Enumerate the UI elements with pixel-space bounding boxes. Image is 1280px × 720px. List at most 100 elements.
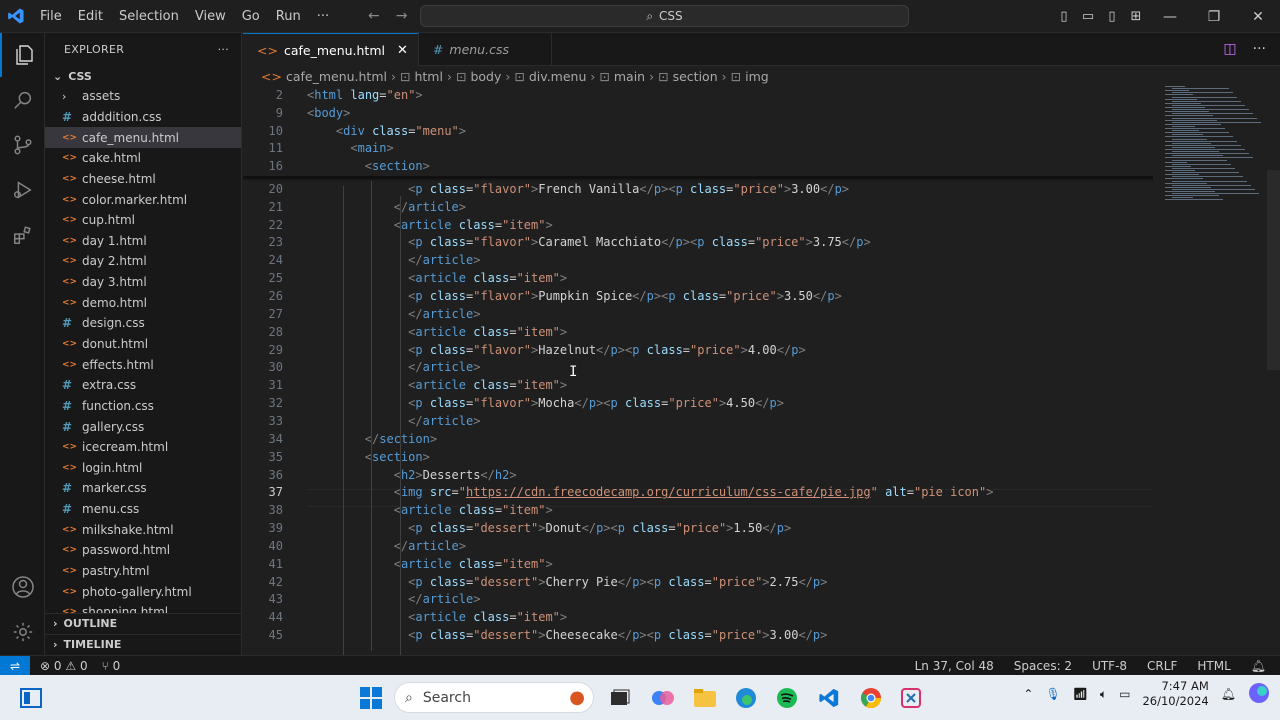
file-tree-item[interactable]: <> cafe_menu.html [45, 127, 241, 148]
code-line[interactable]: 36 <h2>Desserts</h2> [243, 466, 1163, 484]
file-tree-item[interactable]: <> day 2.html [45, 251, 241, 272]
file-tree-item[interactable]: <> donut.html [45, 334, 241, 355]
close-window-button[interactable]: ✕ [1236, 9, 1280, 25]
clock[interactable]: 7:47 AM 26/10/2024 [1142, 679, 1208, 709]
extensions-icon[interactable] [0, 213, 45, 257]
copilot-icon[interactable] [648, 683, 678, 713]
menu-file[interactable]: File [32, 0, 70, 33]
file-tree-item[interactable]: # gallery.css [45, 416, 241, 437]
outline-section[interactable]: › OUTLINE [45, 613, 241, 633]
file-tree-item[interactable]: › assets [45, 86, 241, 107]
taskbar-search[interactable]: ⌕ Search ● [394, 682, 594, 713]
breadcrumb-item[interactable]: section [673, 69, 718, 84]
volume-icon[interactable]: 🔈︎ [1100, 687, 1107, 702]
file-tree-item[interactable]: <> cheese.html [45, 169, 241, 190]
file-tree-item[interactable]: <> login.html [45, 458, 241, 479]
explorer-icon[interactable] [0, 33, 45, 77]
code-line[interactable]: 44 <article class="item"> [243, 608, 1163, 626]
file-tree-item[interactable]: <> icecream.html [45, 437, 241, 458]
forward-arrow-icon[interactable]: → [396, 8, 408, 24]
menu-view[interactable]: View [187, 0, 234, 33]
vertical-scrollbar[interactable] [1267, 170, 1280, 370]
file-tree-item[interactable]: <> demo.html [45, 292, 241, 313]
code-line[interactable]: 40 </article> [243, 537, 1163, 555]
code-line[interactable]: 26 <p class="flavor">Pumpkin Spice</p><p… [243, 287, 1163, 305]
code-line[interactable]: 34 </section> [243, 430, 1163, 448]
file-tree-item[interactable]: <> day 1.html [45, 230, 241, 251]
minimize-button[interactable]: — [1148, 9, 1192, 25]
file-tree-item[interactable]: # marker.css [45, 478, 241, 499]
code-line[interactable]: 22 <article class="item"> [243, 216, 1163, 234]
code-line[interactable]: 20 <p class="flavor">French Vanilla</p><… [243, 180, 1163, 198]
menu-more[interactable]: ··· [309, 0, 337, 33]
microphone-icon[interactable]: 🎙︎ [1045, 687, 1060, 701]
code-line[interactable]: 45 <p class="dessert">Cheesecake</p><p c… [243, 626, 1163, 644]
menu-go[interactable]: Go [234, 0, 268, 33]
widgets-icon[interactable] [16, 683, 46, 713]
file-tree-item[interactable]: # menu.css [45, 499, 241, 520]
file-tree-item[interactable]: <> color.marker.html [45, 189, 241, 210]
code-line[interactable]: 39 <p class="dessert">Donut</p><p class=… [243, 519, 1163, 537]
cursor-position[interactable]: Ln 37, Col 48 [915, 659, 994, 673]
breadcrumb-item[interactable]: body [470, 69, 501, 84]
code-line[interactable]: 41 <article class="item"> [243, 555, 1163, 573]
code-line[interactable]: 10 <div class="menu"> [243, 122, 1163, 140]
close-tab-icon[interactable]: ✕ [397, 43, 408, 58]
chrome-icon[interactable] [856, 683, 886, 713]
file-tree-item[interactable]: <> effects.html [45, 354, 241, 375]
file-tree-item[interactable]: <> pastry.html [45, 561, 241, 582]
indentation[interactable]: Spaces: 2 [1014, 659, 1072, 673]
restore-button[interactable]: ❐ [1192, 9, 1236, 25]
source-control-icon[interactable] [0, 123, 45, 167]
toggle-secondary-sidebar-icon[interactable]: ▯ [1100, 9, 1124, 24]
split-editor-icon[interactable]: ◫ [1223, 41, 1236, 57]
file-tree-item[interactable]: <> photo-gallery.html [45, 581, 241, 602]
back-arrow-icon[interactable]: ← [368, 8, 380, 24]
language-mode[interactable]: HTML [1197, 659, 1230, 673]
more-actions-icon[interactable]: ··· [1253, 41, 1266, 57]
file-tree-item[interactable]: <> day 3.html [45, 272, 241, 293]
vscode-taskbar-icon[interactable] [814, 683, 844, 713]
breadcrumb-item[interactable]: div.menu [529, 69, 587, 84]
file-tree-item[interactable]: <> cup.html [45, 210, 241, 231]
menu-run[interactable]: Run [268, 0, 309, 33]
code-line[interactable]: 28 <article class="item"> [243, 323, 1163, 341]
edge-browser-icon[interactable] [731, 683, 761, 713]
code-line[interactable]: 27 </article> [243, 305, 1163, 323]
remote-icon[interactable]: ⇌ [0, 655, 30, 676]
minimap[interactable] [1161, 86, 1261, 206]
windows-start-icon[interactable] [356, 683, 386, 713]
code-line[interactable]: 33 </article> [243, 412, 1163, 430]
spotify-icon[interactable] [772, 683, 802, 713]
search-icon[interactable] [0, 78, 45, 122]
tab-cafe-menu-html[interactable]: <> cafe_menu.html ✕ [243, 33, 419, 66]
file-tree-item[interactable]: <> cake.html [45, 148, 241, 169]
menu-selection[interactable]: Selection [111, 0, 187, 33]
folder-css[interactable]: ⌄ CSS [45, 66, 241, 86]
file-tree-item[interactable]: # extra.css [45, 375, 241, 396]
menu-edit[interactable]: Edit [70, 0, 111, 33]
file-tree-item[interactable]: <> password.html [45, 540, 241, 561]
notification-bell-icon[interactable]: 🔔︎ [1221, 687, 1236, 701]
code-line[interactable]: 30 </article> [243, 359, 1163, 377]
line-ending[interactable]: CRLF [1147, 659, 1177, 673]
notifications-bell-icon[interactable]: 🔔︎ [1251, 659, 1266, 673]
code-line[interactable]: 35 <section> [243, 448, 1163, 466]
toggle-panel-icon[interactable]: ▭ [1076, 9, 1100, 24]
task-view-icon[interactable] [605, 683, 635, 713]
timeline-section[interactable]: › TIMELINE [45, 634, 241, 654]
command-center-search[interactable]: ⌕ CSS [420, 5, 909, 27]
breadcrumb-item[interactable]: img [745, 69, 769, 84]
code-line[interactable]: 16 <section> [243, 157, 1163, 175]
code-line[interactable]: 43 </article> [243, 591, 1163, 609]
encoding[interactable]: UTF-8 [1092, 659, 1127, 673]
customize-layout-icon[interactable]: ⊞ [1124, 9, 1148, 24]
code-editor[interactable]: 19 <article class="item">20 <p class="fl… [243, 86, 1280, 655]
code-line[interactable]: 37 <img src="https://cdn.freecodecamp.or… [243, 483, 1163, 501]
settings-gear-icon[interactable] [0, 610, 45, 654]
file-tree-item[interactable]: # design.css [45, 313, 241, 334]
file-tree-item[interactable]: <> milkshake.html [45, 519, 241, 540]
ports-status[interactable]: ⑂ 0 [102, 659, 121, 673]
code-line[interactable]: 25 <article class="item"> [243, 269, 1163, 287]
copilot-tray-icon[interactable] [1248, 682, 1270, 707]
